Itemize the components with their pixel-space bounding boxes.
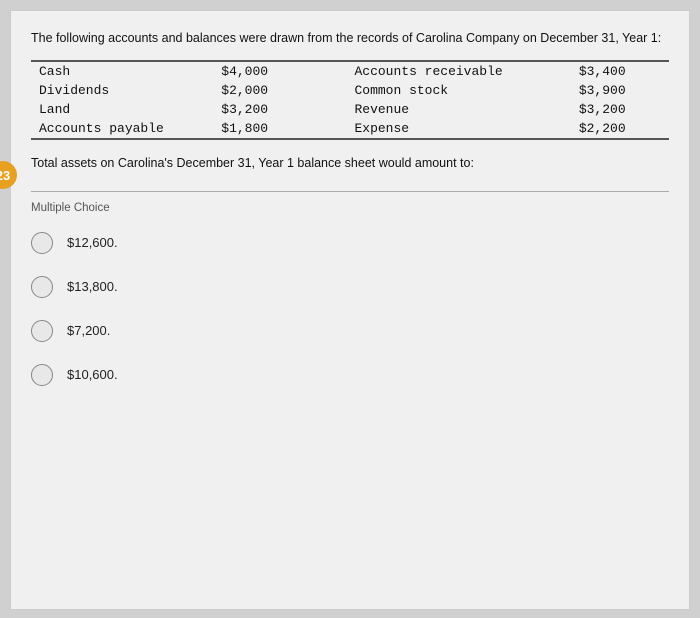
account-left-name: Dividends (31, 81, 213, 100)
radio-button-4[interactable] (31, 364, 53, 386)
accounts-table: Cash $4,000 Accounts receivable $3,400 D… (31, 60, 669, 140)
account-right-amount: $3,200 (571, 100, 669, 119)
question-text: The following accounts and balances were… (31, 29, 669, 48)
account-left-amount: $4,000 (213, 61, 318, 81)
account-left-name: Land (31, 100, 213, 119)
account-left-amount: $1,800 (213, 119, 318, 139)
radio-button-2[interactable] (31, 276, 53, 298)
multiple-choice-label: Multiple Choice (31, 202, 669, 214)
radio-button-1[interactable] (31, 232, 53, 254)
option-text-2: $13,800. (67, 279, 118, 294)
option-2[interactable]: $13,800. (31, 276, 669, 298)
account-left-name: Accounts payable (31, 119, 213, 139)
account-right-name: Common stock (346, 81, 570, 100)
options-container: $12,600. $13,800. $7,200. $10,600. (31, 232, 669, 386)
option-3[interactable]: $7,200. (31, 320, 669, 342)
account-left-name: Cash (31, 61, 213, 81)
question-number: 23 (0, 161, 17, 189)
option-text-1: $12,600. (67, 235, 118, 250)
account-left-amount: $2,000 (213, 81, 318, 100)
option-4[interactable]: $10,600. (31, 364, 669, 386)
option-text-3: $7,200. (67, 323, 110, 338)
account-left-amount: $3,200 (213, 100, 318, 119)
divider (31, 191, 669, 192)
account-right-amount: $2,200 (571, 119, 669, 139)
account-right-name: Revenue (346, 100, 570, 119)
radio-button-3[interactable] (31, 320, 53, 342)
account-right-amount: $3,900 (571, 81, 669, 100)
option-1[interactable]: $12,600. (31, 232, 669, 254)
account-right-name: Accounts receivable (346, 61, 570, 81)
account-right-amount: $3,400 (571, 61, 669, 81)
account-right-name: Expense (346, 119, 570, 139)
question-card: 23 The following accounts and balances w… (10, 10, 690, 610)
option-text-4: $10,600. (67, 367, 118, 382)
total-question-text: Total assets on Carolina's December 31, … (31, 154, 669, 173)
